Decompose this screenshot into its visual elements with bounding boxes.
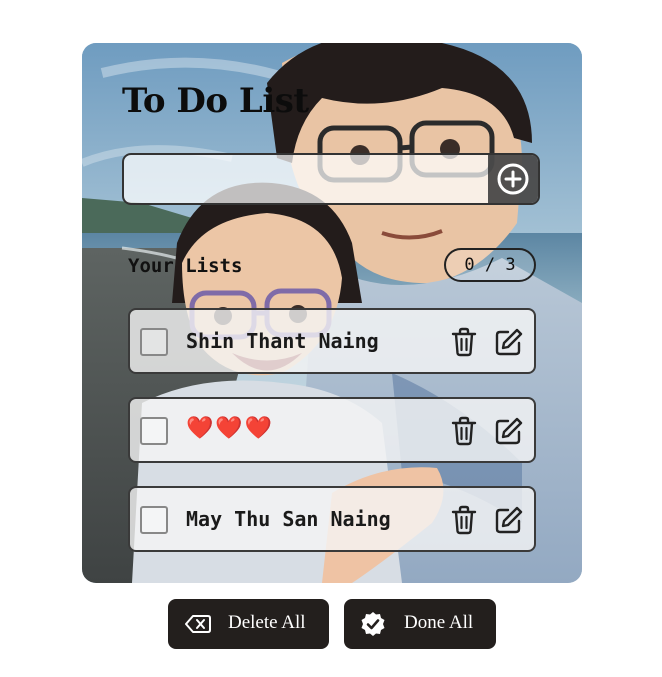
task-input[interactable] — [124, 155, 490, 203]
item-checkbox[interactable] — [140, 417, 168, 445]
item-checkbox[interactable] — [140, 328, 168, 356]
todo-card: To Do List Your Lists 0 / 3 Shin Thant N… — [82, 43, 582, 583]
item-checkbox[interactable] — [140, 506, 168, 534]
trash-icon[interactable] — [450, 505, 478, 535]
list-item: ❤️❤️❤️ — [128, 397, 536, 463]
edit-icon[interactable] — [494, 505, 524, 535]
delete-all-label: Delete All — [228, 612, 306, 633]
task-input-group — [122, 153, 540, 205]
list-item: Shin Thant Naing — [128, 308, 536, 374]
plus-circle-icon — [497, 163, 529, 195]
delete-all-button[interactable]: Delete All — [168, 599, 329, 649]
page-title: To Do List — [122, 81, 309, 121]
trash-icon[interactable] — [450, 327, 478, 357]
backspace-icon — [185, 615, 211, 633]
add-button[interactable] — [488, 155, 538, 203]
item-text: ❤️❤️❤️ — [186, 416, 275, 441]
done-all-button[interactable]: Done All — [344, 599, 496, 649]
completed-counter: 0 / 3 — [444, 248, 536, 282]
list-item: May Thu San Naing — [128, 486, 536, 552]
done-all-label: Done All — [404, 612, 474, 633]
edit-icon[interactable] — [494, 327, 524, 357]
item-text: May Thu San Naing — [186, 507, 391, 531]
trash-icon[interactable] — [450, 416, 478, 446]
lists-heading: Your Lists — [128, 255, 243, 277]
item-text: Shin Thant Naing — [186, 329, 379, 353]
edit-icon[interactable] — [494, 416, 524, 446]
check-badge-icon — [361, 612, 385, 636]
